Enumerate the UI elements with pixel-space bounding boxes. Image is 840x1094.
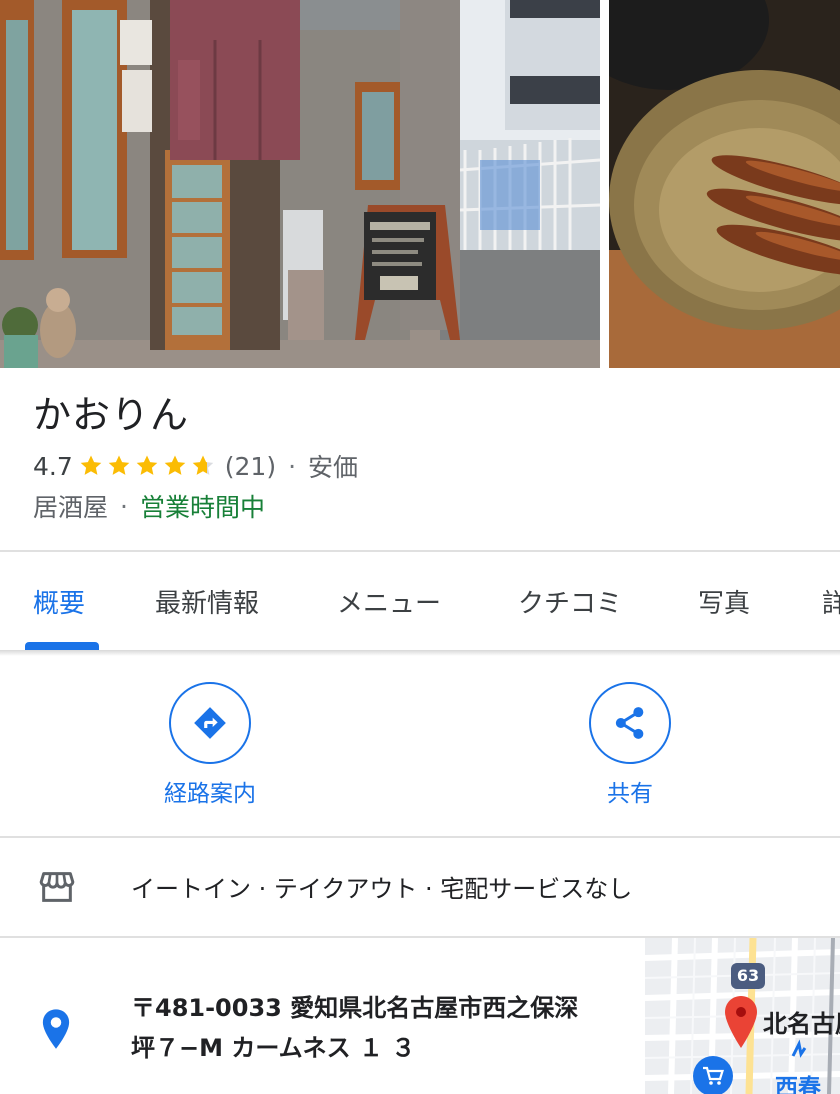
tab-reviews[interactable]: クチコミ <box>518 583 622 620</box>
place-category: 居酒屋 <box>33 493 109 522</box>
storefront-icon <box>37 867 77 911</box>
location-pin-icon <box>40 1008 72 1054</box>
star-icon <box>136 455 158 475</box>
map-station-label: 西春 <box>775 1075 821 1094</box>
share-icon <box>589 682 671 764</box>
separator-dot: · <box>288 451 297 481</box>
tab-bar: 概要 最新情報 メニュー クチコミ 写真 詳 <box>0 553 840 651</box>
service-options-row[interactable]: イートイン · テイクアウト · 宅配サービスなし <box>0 838 840 936</box>
separator-dot: · <box>120 491 128 521</box>
category-row: 居酒屋 · 営業時間中 <box>33 488 265 524</box>
star-rating <box>79 454 217 478</box>
tab-updates[interactable]: 最新情報 <box>155 583 259 620</box>
rating-value: 4.7 <box>33 451 73 481</box>
tab-overview[interactable]: 概要 <box>33 583 85 620</box>
address-line-1: 〒481-0033 愛知県北名古屋市西之保深 <box>131 994 579 1022</box>
address-row[interactable]: 〒481-0033 愛知県北名古屋市西之保深 坪７−M カームネス １ ３ 63… <box>0 938 840 1094</box>
route-shield: 63 <box>731 963 765 989</box>
share-button[interactable]: 共有 <box>540 682 720 808</box>
star-icon <box>80 455 102 475</box>
star-icon <box>164 455 186 475</box>
address-line-2: 坪７−M カームネス １ ３ <box>131 1034 416 1062</box>
address-text: 〒481-0033 愛知県北名古屋市西之保深 坪７−M カームネス １ ３ <box>131 988 631 1068</box>
directions-label: 経路案内 <box>164 781 256 807</box>
active-tab-indicator <box>25 642 99 650</box>
half-star-icon <box>192 455 214 475</box>
divider <box>0 550 840 552</box>
rating-row[interactable]: 4.7 (21) · 安価 <box>33 449 358 483</box>
food-photo[interactable] <box>609 0 840 368</box>
storefront-photo[interactable] <box>0 0 600 368</box>
directions-icon <box>169 682 251 764</box>
directions-button[interactable]: 経路案内 <box>120 682 300 808</box>
tabs-shadow <box>0 650 840 656</box>
place-title: かおりん <box>33 393 190 437</box>
tab-menu[interactable]: メニュー <box>337 583 441 620</box>
open-status[interactable]: 営業時間中 <box>140 488 265 524</box>
service-options-text: イートイン · テイクアウト · 宅配サービスなし <box>131 875 633 903</box>
review-count[interactable]: (21) <box>225 452 276 481</box>
photo-carousel[interactable] <box>0 0 840 368</box>
map-thumbnail[interactable]: 63 北名古屋 西春 <box>645 938 840 1094</box>
share-label: 共有 <box>607 781 653 807</box>
tab-details[interactable]: 詳 <box>822 583 840 620</box>
price-level: 安価 <box>308 453 359 482</box>
star-icon <box>108 455 130 475</box>
map-city-label: 北名古屋 <box>763 1010 840 1038</box>
tab-photos[interactable]: 写真 <box>698 583 750 620</box>
